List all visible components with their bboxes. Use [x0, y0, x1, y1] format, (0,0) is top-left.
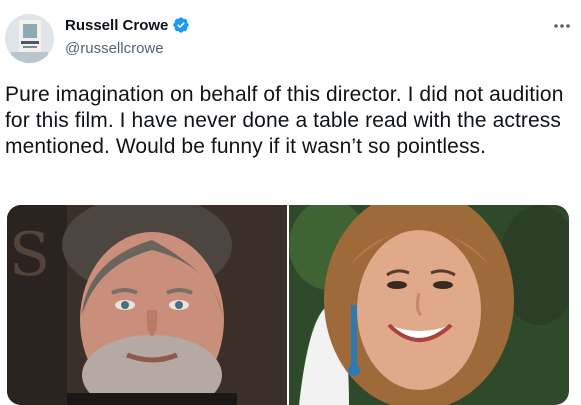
media-photo-1[interactable]: S [7, 205, 287, 405]
verified-badge-icon [172, 16, 190, 34]
photo-woman-icon [289, 205, 569, 405]
author-display-name[interactable]: Russell Crowe [65, 17, 168, 34]
media-grid: S [7, 205, 569, 405]
author-handle[interactable]: @russellcrowe [65, 40, 164, 57]
more-options-icon[interactable] [551, 18, 573, 34]
tweet-card: Russell Crowe @russellcrowe Pure imagina… [0, 0, 581, 405]
media-photo-2[interactable] [289, 205, 569, 405]
tweet-text: Pure imagination on behalf of this direc… [5, 83, 564, 158]
avatar-image-icon [5, 14, 54, 63]
author-avatar[interactable] [5, 14, 54, 63]
svg-text:S: S [9, 220, 50, 290]
photo-man-icon: S [7, 205, 287, 405]
author-name-row: Russell Crowe [65, 16, 190, 34]
